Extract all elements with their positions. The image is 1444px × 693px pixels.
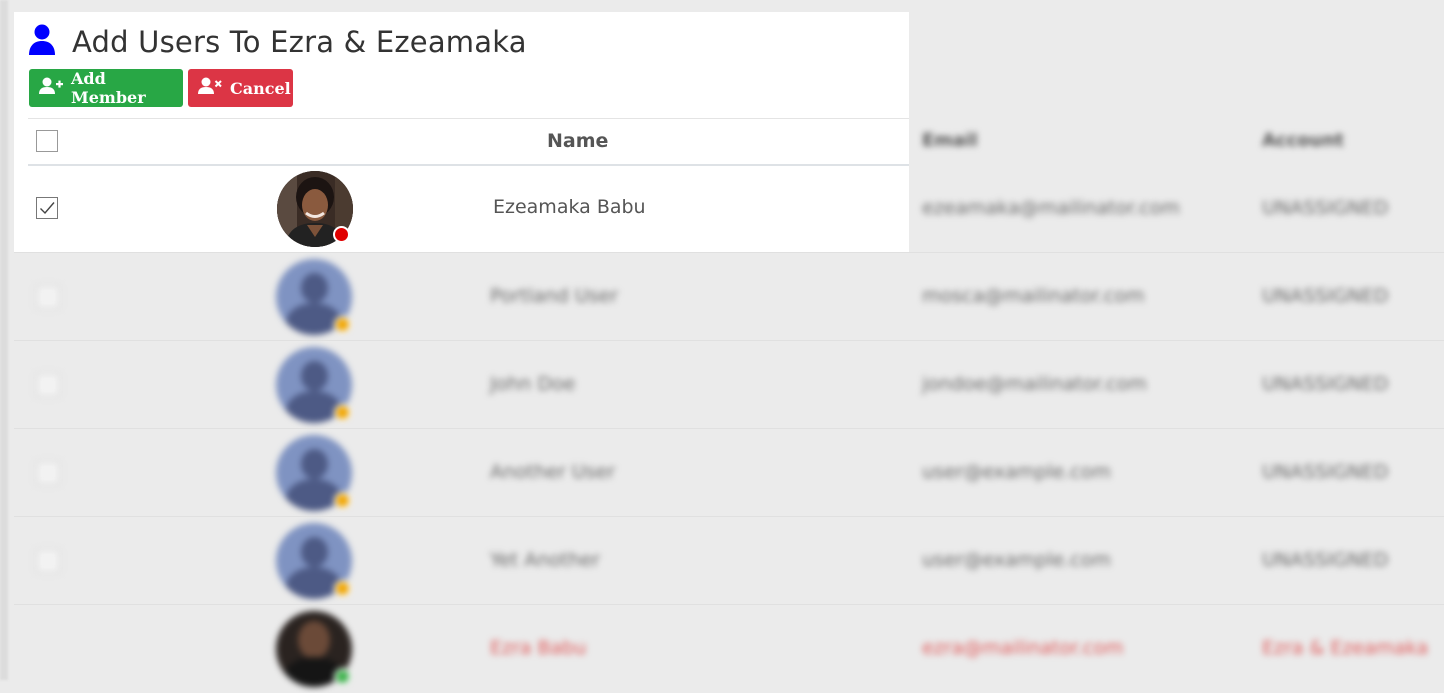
account-column-header: Account [1262,130,1344,151]
table-row[interactable]: Yet Another user@example.com UNASSIGNED [14,516,1444,605]
row-checkbox[interactable] [36,285,60,309]
row-checkbox[interactable] [36,197,58,219]
status-indicator [334,316,351,333]
row-name: Yet Another [490,549,600,571]
user-times-icon [198,77,230,99]
add-users-panel: Add Users To Ezra & Ezeamaka Add Member … [14,12,909,252]
table-row[interactable]: Portland User mosca@mailinator.com UNASS… [14,252,1444,341]
row-name: Ezeamaka Babu [493,196,646,218]
row-name: Portland User [490,285,619,307]
cancel-label: Cancel [230,78,291,98]
left-edge [0,0,8,680]
row-checkbox[interactable] [36,461,60,485]
status-indicator [334,668,351,685]
cancel-button[interactable]: Cancel [188,69,293,107]
email-column-header: Email [922,130,978,151]
add-member-label: Add Member [71,69,146,107]
row-name: Ezra Babu [490,637,587,659]
row-account: Ezra & Ezeamaka [1262,637,1429,659]
checkmark-icon [40,202,55,215]
user-icon [28,24,72,60]
table-row-selected[interactable]: Ezeamaka Babu [28,165,909,252]
dialog-title: Add Users To Ezra & Ezeamaka [72,25,527,59]
status-indicator [334,492,351,509]
user-plus-icon [39,77,71,99]
row-email: user@example.com [922,461,1111,483]
table-header: Name [28,118,909,166]
row-email: mosca@mailinator.com [922,285,1145,307]
table-row[interactable]: Another User user@example.com UNASSIGNED [14,428,1444,517]
row-email: ezra@mailinator.com [922,637,1124,659]
row-checkbox[interactable] [36,549,60,573]
status-indicator [334,580,351,597]
add-member-button[interactable]: Add Member [29,69,183,107]
dialog-header: Add Users To Ezra & Ezeamaka [28,22,527,62]
row-account: UNASSIGNED [1262,285,1389,307]
status-indicator [334,404,351,421]
status-indicator [333,226,350,243]
select-all-checkbox[interactable] [36,130,58,152]
table-row[interactable]: John Doe jondoe@mailinator.com UNASSIGNE… [14,340,1444,429]
row-name: Another User [490,461,616,483]
name-column-header: Name [547,130,609,152]
row-email: user@example.com [922,549,1111,571]
row-account: UNASSIGNED [1262,549,1389,571]
row-name: John Doe [490,373,576,395]
row-account: UNASSIGNED [1262,373,1389,395]
row-account: UNASSIGNED [1262,197,1389,219]
row-checkbox[interactable] [36,373,60,397]
row-account: UNASSIGNED [1262,461,1389,483]
row-email: ezeamaka@mailinator.com [922,197,1180,219]
row-email: jondoe@mailinator.com [922,373,1147,395]
